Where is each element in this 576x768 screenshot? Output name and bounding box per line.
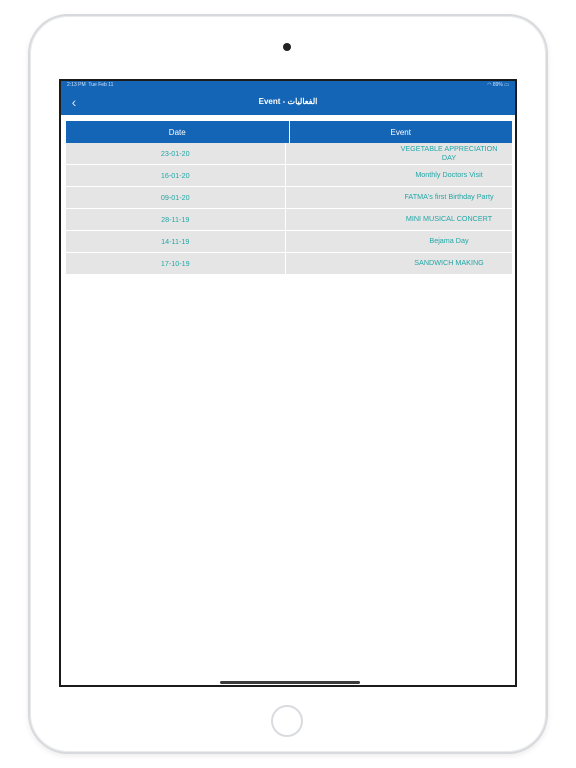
event-name-text: FATMA's first Birthday Party: [404, 192, 494, 202]
event-name-cell: MINI MUSICAL CONCERT: [286, 209, 513, 230]
table-row[interactable]: 14-11-19 Bejama Day: [66, 231, 512, 253]
battery-indicator: ◠ 89% ▭: [487, 82, 509, 88]
table-row[interactable]: 23-01-20 VEGETABLE APPRECIATION DAY: [66, 143, 512, 165]
event-date-cell: 17-10-19: [66, 253, 286, 274]
status-bar: 2:13 PM Tue Feb 11 ◠ 89% ▭: [61, 81, 515, 90]
app-screen: 2:13 PM Tue Feb 11 ◠ 89% ▭ ‹ Event - الف…: [59, 79, 517, 687]
column-header-date: Date: [66, 121, 290, 143]
event-date-cell: 28-11-19: [66, 209, 286, 230]
event-name-cell: FATMA's first Birthday Party: [286, 187, 513, 208]
battery-icon: ▭: [504, 82, 509, 88]
table-header: Date Event: [66, 121, 512, 143]
event-date-cell: 14-11-19: [66, 231, 286, 252]
table-row[interactable]: 09-01-20 FATMA's first Birthday Party: [66, 187, 512, 209]
table-body: 23-01-20 VEGETABLE APPRECIATION DAY 16-01-…: [66, 143, 512, 275]
event-date-cell: 09-01-20: [66, 187, 286, 208]
table-row[interactable]: 28-11-19 MINI MUSICAL CONCERT: [66, 209, 512, 231]
event-name-cell: SANDWICH MAKING: [286, 253, 513, 274]
table-row[interactable]: 17-10-19 SANDWICH MAKING: [66, 253, 512, 275]
event-date-cell: 16-01-20: [66, 165, 286, 186]
home-button[interactable]: [271, 705, 303, 737]
wifi-icon: ◠: [487, 82, 492, 88]
table-row[interactable]: 16-01-20 Monthly Doctors Visit: [66, 165, 512, 187]
event-name-text: SANDWICH MAKING: [414, 258, 484, 268]
event-name-text: Monthly Doctors Visit: [415, 170, 483, 180]
event-name-text: VEGETABLE APPRECIATION DAY: [400, 144, 498, 162]
event-date-cell: 23-01-20: [66, 143, 286, 164]
status-time: 2:13 PM Tue Feb 11: [67, 82, 114, 88]
home-indicator: [220, 681, 360, 684]
event-name-text: Bejama Day: [429, 236, 469, 246]
event-name-cell: Monthly Doctors Visit: [286, 165, 513, 186]
events-table: Date Event 23-01-20 VEGETABLE APPRECIATIO…: [66, 121, 512, 275]
front-camera: [283, 43, 291, 51]
event-name-text: MINI MUSICAL CONCERT: [405, 214, 493, 224]
event-name-cell: Bejama Day: [286, 231, 513, 252]
column-header-event: Event: [390, 127, 411, 137]
event-name-cell: VEGETABLE APPRECIATION DAY: [286, 143, 513, 164]
navigation-bar: ‹ Event - الفعاليات: [61, 90, 515, 115]
page-title: Event - الفعاليات: [258, 97, 318, 106]
